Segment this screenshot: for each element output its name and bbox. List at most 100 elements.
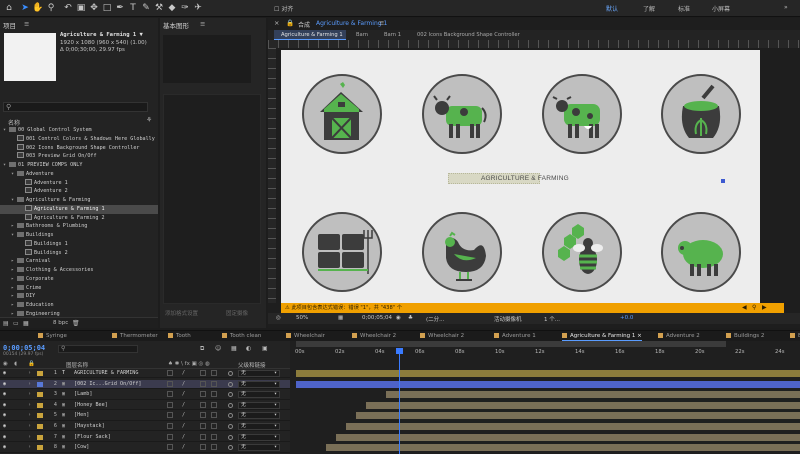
timeline-tab[interactable]: Syringe bbox=[38, 333, 67, 339]
timeline-tab[interactable]: Wheelchair 2 bbox=[352, 333, 396, 339]
motion-blur-icon[interactable]: ◐ bbox=[246, 345, 251, 352]
prev-error-icon[interactable]: ◀ bbox=[742, 304, 747, 311]
clone-stamp-tool-icon[interactable]: ⚒ bbox=[153, 2, 165, 14]
chicken-icon[interactable] bbox=[422, 212, 502, 292]
layer-name-header[interactable]: 图层名称 bbox=[66, 361, 88, 369]
eye-icon[interactable]: ◉ bbox=[3, 411, 6, 420]
solo-button[interactable]: 固定摄像 bbox=[226, 309, 248, 317]
layer-label-color[interactable] bbox=[37, 424, 43, 429]
adjustment-switch[interactable] bbox=[200, 380, 206, 387]
exposure-value[interactable]: +0.0 bbox=[620, 315, 633, 321]
cow-icon[interactable] bbox=[422, 74, 502, 154]
timeline-tab[interactable]: Wheelchair bbox=[286, 333, 325, 339]
breadcrumb-agriculture[interactable]: Agriculture & Farming 1 bbox=[281, 32, 343, 38]
playhead-handle[interactable] bbox=[395, 348, 403, 354]
close-tab-icon[interactable]: × bbox=[635, 333, 642, 339]
time-ruler[interactable]: 00s 02s 04s 06s 08s 10s 12s 14s 16s 18s 20s 22s 24s bbox=[290, 341, 800, 361]
parent-pickwhip-icon[interactable] bbox=[228, 413, 233, 419]
delete-icon[interactable]: 🗑 bbox=[72, 320, 80, 327]
comp-viewer-link[interactable]: Agriculture & Farming 1 bbox=[316, 20, 387, 27]
breadcrumb-barn[interactable]: Barn bbox=[356, 32, 368, 38]
adjustment-switch[interactable] bbox=[200, 391, 206, 398]
layer-duration-bar[interactable] bbox=[366, 401, 800, 409]
rectangle-tool-icon[interactable]: □ bbox=[101, 2, 113, 14]
eye-icon[interactable]: ◉ bbox=[3, 401, 6, 410]
rotate-tool-icon[interactable]: ↶ bbox=[62, 2, 74, 14]
interpret-footage-icon[interactable]: ▤ bbox=[3, 320, 9, 327]
quality-switch[interactable]: / bbox=[182, 390, 185, 399]
frame-blending-icon[interactable]: ▦ bbox=[231, 345, 237, 352]
shy-switch[interactable] bbox=[167, 370, 173, 376]
always-preview-icon[interactable]: ◎ bbox=[276, 315, 281, 321]
layer-row[interactable]: ◉ › 7 ▣ [Flour Sack] / 无 ▾ bbox=[0, 433, 290, 442]
bull-icon[interactable] bbox=[542, 74, 622, 154]
eraser-tool-icon[interactable]: ◆ bbox=[166, 2, 178, 14]
adjustment-switch[interactable] bbox=[200, 423, 206, 429]
more-workspaces-icon[interactable]: » bbox=[784, 4, 788, 11]
breadcrumb-barn-1[interactable]: Barn 1 bbox=[384, 32, 401, 38]
expression-error-bar[interactable]: ⚠ 此项目包含表达式错误：错误 "1"，共 "438" 个 bbox=[281, 303, 784, 313]
hand-tool-icon[interactable]: ✋ bbox=[32, 2, 44, 14]
comp-name[interactable]: Agriculture & Farming 1 ▼ bbox=[60, 32, 143, 38]
sheep-icon[interactable] bbox=[661, 212, 741, 292]
panel-menu-icon[interactable]: ≡ bbox=[24, 20, 29, 28]
parent-dropdown[interactable]: 无 ▾ bbox=[238, 401, 280, 409]
layer-name[interactable]: [Cow] bbox=[74, 443, 89, 452]
parent-dropdown[interactable]: 无 ▾ bbox=[238, 423, 280, 430]
comp-canvas[interactable]: AGRICULTURE & FARMING bbox=[281, 50, 760, 303]
layer-duration-bar[interactable] bbox=[386, 391, 800, 399]
layer-label-color[interactable] bbox=[37, 445, 43, 451]
3d-layer-switch[interactable] bbox=[211, 401, 217, 408]
snapshot-icon[interactable]: ◉ bbox=[396, 315, 401, 321]
agriculture-title-text[interactable]: AGRICULTURE & FARMING bbox=[481, 175, 569, 182]
expand-layer-icon[interactable]: › bbox=[28, 443, 31, 452]
eye-icon[interactable]: ◉ bbox=[3, 433, 6, 442]
quality-switch[interactable]: / bbox=[182, 380, 185, 389]
expand-layer-icon[interactable]: › bbox=[28, 401, 31, 410]
zoom-dropdown[interactable]: 50% bbox=[296, 315, 308, 321]
new-comp-icon[interactable]: ▦ bbox=[23, 320, 29, 327]
timeline-tab[interactable]: Adventure 1 bbox=[494, 333, 536, 339]
views-dropdown[interactable]: 1 个... bbox=[544, 315, 560, 323]
parent-dropdown[interactable]: 无 ▾ bbox=[238, 412, 280, 420]
parent-pickwhip-icon[interactable] bbox=[228, 392, 233, 398]
snap-toggle[interactable]: ☐ 对齐 bbox=[274, 4, 293, 13]
layer-label-color[interactable] bbox=[37, 371, 43, 376]
parent-pickwhip-icon[interactable] bbox=[228, 381, 233, 387]
layer-name[interactable]: [Haystack] bbox=[74, 422, 105, 431]
barn-icon[interactable] bbox=[302, 74, 382, 154]
layer-duration-bar[interactable] bbox=[296, 370, 800, 377]
layer-duration-bar[interactable] bbox=[336, 433, 800, 441]
breadcrumb-controller[interactable]: 002 Icons Background Shape Controller bbox=[417, 32, 520, 38]
eye-icon[interactable]: ◉ bbox=[3, 380, 6, 389]
expand-layer-icon[interactable]: › bbox=[28, 369, 31, 378]
pan-behind-tool-icon[interactable]: ✥ bbox=[88, 2, 100, 14]
layer-name[interactable]: [Lamb] bbox=[74, 390, 92, 399]
camera-tool-icon[interactable]: ▣ bbox=[75, 2, 87, 14]
layer-row[interactable]: ◉ › 4 ▣ [Honey Bee] / 无 ▾ bbox=[0, 401, 290, 411]
layer-label-color[interactable] bbox=[37, 434, 43, 440]
parent-dropdown[interactable]: 无 ▾ bbox=[238, 433, 280, 441]
adjustment-switch[interactable] bbox=[200, 444, 206, 451]
parent-pickwhip-icon[interactable] bbox=[228, 434, 233, 440]
shy-switch[interactable] bbox=[167, 391, 173, 398]
expand-layer-icon[interactable]: › bbox=[28, 380, 31, 389]
timeline-tab[interactable]: Thermometer bbox=[112, 333, 158, 339]
layer-row[interactable]: ◉ › 5 ▣ [Hen] / 无 ▾ bbox=[0, 411, 290, 421]
brush-tool-icon[interactable]: ✎ bbox=[140, 2, 152, 14]
layer-duration-bar[interactable] bbox=[326, 444, 800, 452]
vertical-ruler[interactable] bbox=[268, 48, 276, 303]
shy-switch[interactable] bbox=[167, 401, 173, 408]
timeline-tab[interactable]: Wheelchair 2 bbox=[420, 333, 464, 339]
layer-row[interactable]: ◉ › 2 ▣ [002 Ic...Grid On/Off] / 无 ▾ bbox=[0, 379, 290, 389]
panel-menu-icon[interactable]: ≡ bbox=[379, 19, 384, 27]
project-search-input[interactable]: ⚲ bbox=[3, 102, 148, 112]
panel-menu-icon[interactable]: ≡ bbox=[200, 20, 205, 28]
roto-brush-tool-icon[interactable]: ✑ bbox=[179, 2, 191, 14]
adjustment-switch[interactable] bbox=[200, 401, 206, 408]
new-folder-icon[interactable]: ▭ bbox=[13, 320, 19, 327]
layer-duration-bar[interactable] bbox=[296, 380, 800, 388]
layer-name[interactable]: [Honey Bee] bbox=[74, 401, 108, 410]
parent-dropdown[interactable]: 无 ▾ bbox=[238, 444, 280, 452]
layer-duration-bar[interactable] bbox=[346, 423, 800, 430]
